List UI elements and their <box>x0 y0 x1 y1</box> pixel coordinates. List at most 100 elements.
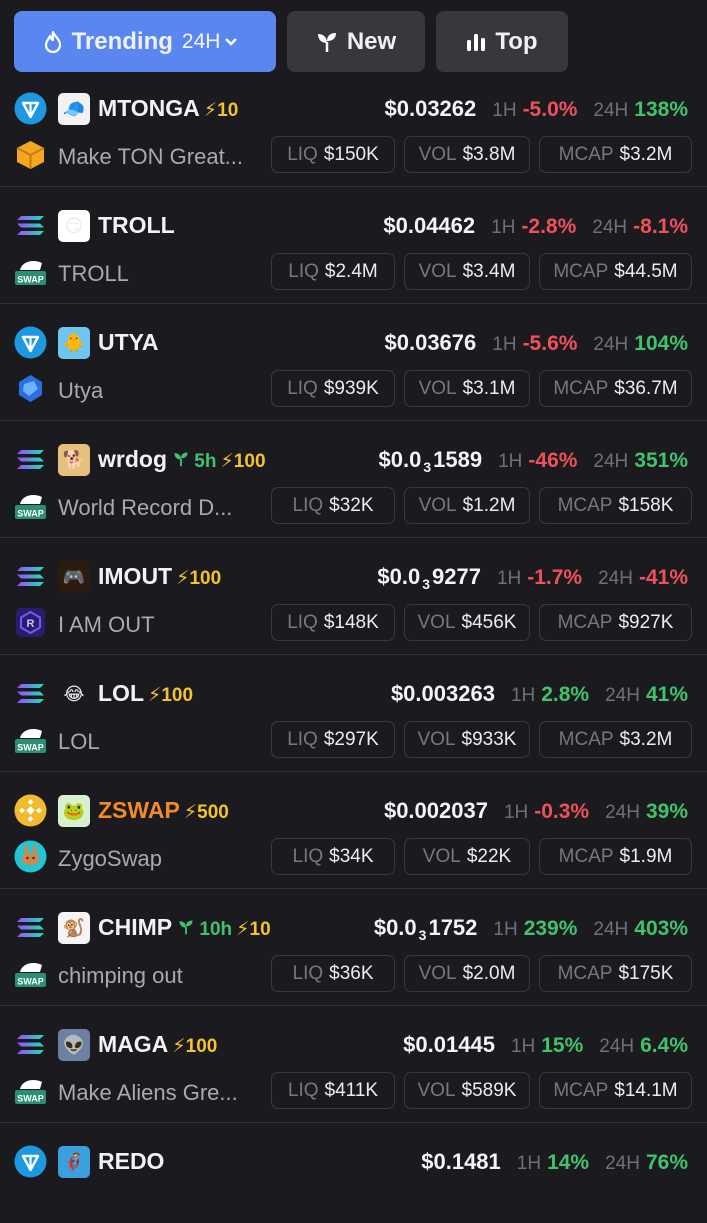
boost-badge: ⚡100 <box>220 451 266 472</box>
tab-top-label: Top <box>495 27 538 55</box>
swap-icon: SWAP <box>14 957 47 990</box>
vol-label: VOL <box>418 494 457 516</box>
tab-bar: Trending 24H New Top <box>0 0 707 86</box>
troll-avatar: 😏 <box>58 210 90 242</box>
vol-value: $22K <box>466 845 512 867</box>
ton-icon <box>14 1145 47 1178</box>
svg-text:SWAP: SWAP <box>17 275 44 285</box>
mcap-value: $927K <box>618 611 674 633</box>
mcap-pill: MCAP $3.2M <box>539 136 692 173</box>
change-24h: 351% <box>634 449 688 472</box>
mcap-pill: MCAP $44.5M <box>539 253 692 290</box>
price-line: $0.01445 1H 15% 24H 6.4% <box>403 1032 688 1058</box>
mcap-pill: MCAP $14.1M <box>539 1072 692 1109</box>
token-price-main: $0.003263 <box>390 681 495 706</box>
solana-icon <box>14 911 47 944</box>
token-ticker-line: UTYA <box>98 329 159 356</box>
liq-label: LIQ <box>287 1079 319 1101</box>
sprout-icon <box>179 920 193 935</box>
token-row[interactable]: 🐸 ZSWAP ⚡500 $0.002037 1H -0.3% 24H 39% ZygoSwap… <box>0 772 707 889</box>
mcap-value: $44.5M <box>614 260 678 282</box>
tab-new[interactable]: New <box>287 11 425 72</box>
liquidity-pill: LIQ $939K <box>271 370 395 407</box>
liq-value: $939K <box>323 377 379 399</box>
token-row[interactable]: 🎮 IMOUT ⚡100 $0.0 39277 1H -1.7% 24H -41% R I AM O… <box>0 538 707 655</box>
token-ticker: UTYA <box>98 329 159 355</box>
flame-icon <box>44 30 61 53</box>
token-row[interactable]: 🐕 wrdog 5h ⚡100 $0.0 31589 1H -46% 24H 351% SWAP W… <box>0 421 707 538</box>
label-24h: 24H <box>605 802 640 823</box>
liq-value: $2.4M <box>324 260 378 282</box>
vol-value: $3.8M <box>462 143 516 165</box>
token-age-value: 5h <box>194 451 217 472</box>
token-price-main: $0.1481 <box>421 1149 501 1174</box>
solana-icon <box>14 1028 47 1061</box>
mcap-label: MCAP <box>553 377 609 399</box>
mcap-pill: MCAP $175K <box>539 955 692 992</box>
tab-top[interactable]: Top <box>436 11 568 72</box>
change-1h: 2.8% <box>541 683 590 706</box>
chevron-down-icon <box>224 34 247 50</box>
vol-label: VOL <box>418 962 457 984</box>
svg-text:SWAP: SWAP <box>17 1094 44 1104</box>
liquidity-pill: LIQ $297K <box>271 721 395 758</box>
change-24h: 41% <box>645 683 688 706</box>
swap-icon: SWAP <box>14 723 47 756</box>
liq-value: $297K <box>323 728 379 750</box>
liq-value: $148K <box>323 611 379 633</box>
chimp-avatar: 🐒 <box>58 912 90 944</box>
token-row[interactable]: 🐥 UTYA $0.03676 1H -5.6% 24H 104% Utya LIQ $939K V… <box>0 304 707 421</box>
label-1h: 1H <box>498 451 523 472</box>
token-price-zeros: 3 <box>423 459 432 476</box>
price-line: $0.03676 1H -5.6% 24H 104% <box>385 330 689 356</box>
mcap-value: $36.7M <box>614 377 678 399</box>
token-fullname: Utya <box>58 378 104 403</box>
token-price: $0.01445 <box>403 1032 495 1058</box>
vol-value: $1.2M <box>462 494 516 516</box>
label-24h: 24H <box>605 685 640 706</box>
label-24h: 24H <box>593 100 629 121</box>
sprout-icon <box>174 452 188 467</box>
token-ticker: MTONGA <box>98 95 200 121</box>
token-ticker-line: ZSWAP ⚡500 <box>98 797 229 824</box>
liq-label: LIQ <box>287 143 318 165</box>
token-price: $0.002037 <box>384 798 488 824</box>
token-row[interactable]: 🦸 REDO $0.1481 1H 14% 24H 76% <box>0 1123 707 1223</box>
token-row[interactable]: 😏 TROLL $0.04462 1H -2.8% 24H -8.1% SWAP TROLL LI… <box>0 187 707 304</box>
vol-label: VOL <box>417 728 456 750</box>
token-row[interactable]: 👽 MAGA ⚡100 $0.01445 1H 15% 24H 6.4% SWAP Make Al… <box>0 1006 707 1123</box>
vol-label: VOL <box>418 143 457 165</box>
tab-trending[interactable]: Trending 24H <box>14 11 276 72</box>
mcap-pill: MCAP $3.2M <box>539 721 692 758</box>
mcap-label: MCAP <box>558 845 614 867</box>
tab-trending-label: Trending <box>71 27 173 55</box>
token-row[interactable]: 🧢 MTONGA ⚡10 $0.03262 1H -5.0% 24H 138% Make TON… <box>0 86 707 187</box>
svg-text:SWAP: SWAP <box>17 509 44 519</box>
price-line: $0.0 39277 1H -1.7% 24H -41% <box>377 564 688 592</box>
token-fullname: chimping out <box>58 963 183 988</box>
liquidity-pill: LIQ $150K <box>271 136 395 173</box>
mcap-label: MCAP <box>553 260 609 282</box>
token-row[interactable]: 🐒 CHIMP 10h ⚡10 $0.0 31752 1H 239% 24H 403% SWAP c… <box>0 889 707 1006</box>
change-1h: -5.6% <box>522 332 578 355</box>
token-price: $0.04462 <box>383 213 475 239</box>
token-price-main: $0.03676 <box>384 330 477 355</box>
solana-icon <box>14 443 47 476</box>
mcap-value: $158K <box>618 494 674 516</box>
liq-label: LIQ <box>287 728 318 750</box>
liquidity-pill: LIQ $34K <box>271 838 395 875</box>
change-24h: -8.1% <box>633 215 688 238</box>
price-line: $0.04462 1H -2.8% 24H -8.1% <box>383 213 688 239</box>
svg-text:SWAP: SWAP <box>17 977 44 987</box>
token-price-main: $0.04462 <box>383 213 476 238</box>
bar-chart-icon <box>467 33 486 51</box>
mcap-label: MCAP <box>557 611 613 633</box>
label-1h: 1H <box>510 685 536 706</box>
swap-icon: SWAP <box>14 255 47 288</box>
boost-badge: ⚡500 <box>183 802 229 823</box>
mcap-value: $3.2M <box>619 728 673 750</box>
token-row[interactable]: 😂 LOL ⚡100 $0.003263 1H 2.8% 24H 41% SWAP LOL LIQ $… <box>0 655 707 772</box>
price-line: $0.003263 1H 2.8% 24H 41% <box>391 681 688 707</box>
change-1h: -5.0% <box>522 98 578 121</box>
label-24h: 24H <box>592 217 628 238</box>
